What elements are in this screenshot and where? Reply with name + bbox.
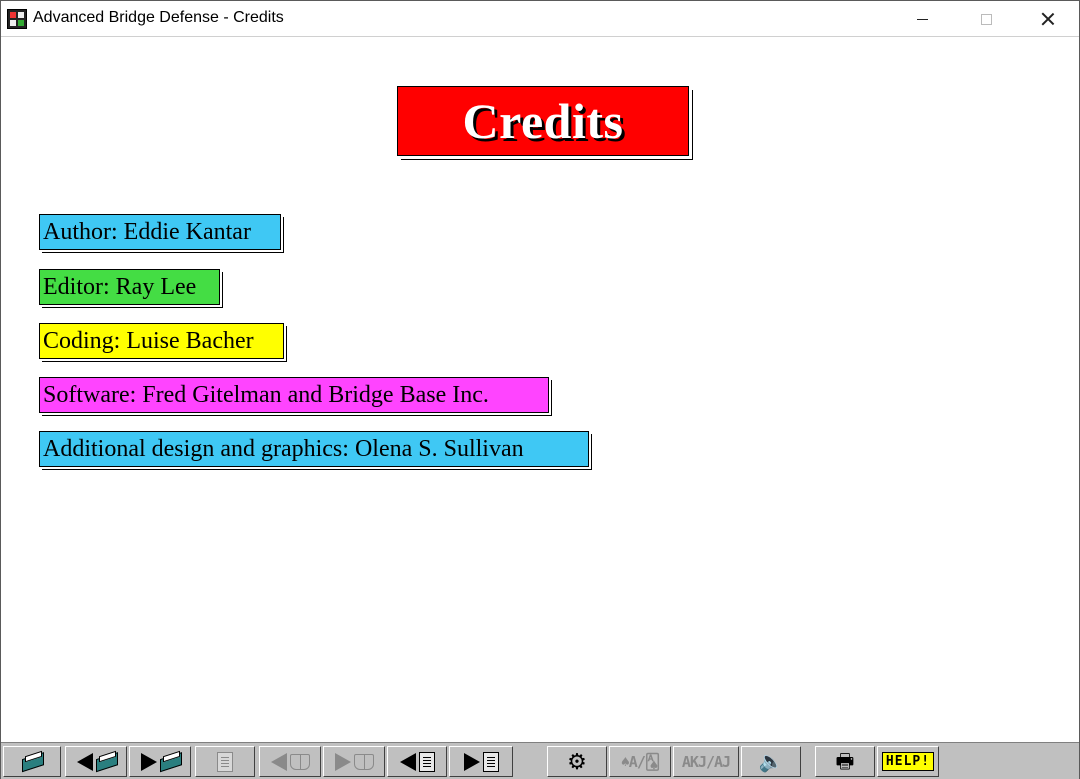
app-icon[interactable] bbox=[7, 9, 27, 29]
print-button[interactable]: 🖶 bbox=[815, 746, 875, 777]
minimize-icon bbox=[916, 18, 928, 20]
bottom-toolbar: ⚙ ♠A/🂡 AKJ/AJ 🔈 🖶 HELP! bbox=[1, 742, 1079, 779]
open-book-icon bbox=[353, 753, 374, 770]
sound-button[interactable]: 🔈 bbox=[741, 746, 801, 777]
maximize-button[interactable] bbox=[963, 1, 1009, 37]
help-label: HELP! bbox=[881, 752, 935, 771]
next-page-button[interactable] bbox=[449, 746, 513, 777]
left-arrow-icon bbox=[270, 752, 287, 771]
help-button[interactable]: HELP! bbox=[877, 746, 939, 777]
maximize-icon bbox=[980, 13, 992, 25]
window-title: Advanced Bridge Defense - Credits bbox=[33, 9, 284, 26]
close-button[interactable] bbox=[1025, 1, 1071, 37]
right-arrow-icon bbox=[334, 752, 351, 771]
speaker-icon: 🔈 bbox=[758, 750, 784, 773]
previous-chapter-button[interactable] bbox=[65, 746, 127, 777]
card-notation-label: AKJ/AJ bbox=[681, 752, 731, 771]
page-icon bbox=[482, 751, 499, 772]
close-icon bbox=[1041, 12, 1055, 26]
previous-page-button[interactable] bbox=[387, 746, 447, 777]
page-icon bbox=[217, 751, 233, 772]
book-icon bbox=[96, 751, 116, 772]
right-arrow-icon bbox=[140, 752, 157, 771]
card-notation-button[interactable]: AKJ/AJ bbox=[673, 746, 739, 777]
next-deal-button[interactable] bbox=[323, 746, 385, 777]
left-arrow-icon bbox=[76, 752, 93, 771]
credit-author: Author: Eddie Kantar bbox=[39, 214, 281, 250]
page-icon bbox=[418, 751, 435, 772]
credit-software: Software: Fred Gitelman and Bridge Base … bbox=[39, 377, 549, 413]
previous-deal-button[interactable] bbox=[259, 746, 321, 777]
page-view-button[interactable] bbox=[195, 746, 255, 777]
next-chapter-button[interactable] bbox=[129, 746, 191, 777]
page-title-banner: Credits bbox=[397, 86, 689, 156]
minimize-button[interactable] bbox=[899, 1, 945, 37]
suit-symbols-label: ♠A/🂡 bbox=[620, 752, 660, 771]
credit-design: Additional design and graphics: Olena S.… bbox=[39, 431, 589, 467]
right-arrow-icon bbox=[463, 752, 480, 771]
credit-coding: Coding: Luise Bacher bbox=[39, 323, 284, 359]
credits-page: Credits Author: Eddie Kantar Editor: Ray… bbox=[1, 38, 1079, 741]
page-title: Credits bbox=[462, 93, 624, 149]
book-icon bbox=[22, 751, 42, 772]
settings-button[interactable]: ⚙ bbox=[547, 746, 607, 777]
contents-button[interactable] bbox=[3, 746, 61, 777]
app-window: Advanced Bridge Defense - Credits Credit… bbox=[0, 0, 1080, 779]
title-bar[interactable]: Advanced Bridge Defense - Credits bbox=[1, 1, 1079, 37]
credit-editor: Editor: Ray Lee bbox=[39, 269, 220, 305]
book-icon bbox=[160, 751, 180, 772]
suit-symbols-button[interactable]: ♠A/🂡 bbox=[609, 746, 671, 777]
open-book-icon bbox=[289, 753, 310, 770]
gear-icon: ⚙ bbox=[567, 748, 587, 774]
printer-icon: 🖶 bbox=[835, 750, 855, 773]
left-arrow-icon bbox=[399, 752, 416, 771]
